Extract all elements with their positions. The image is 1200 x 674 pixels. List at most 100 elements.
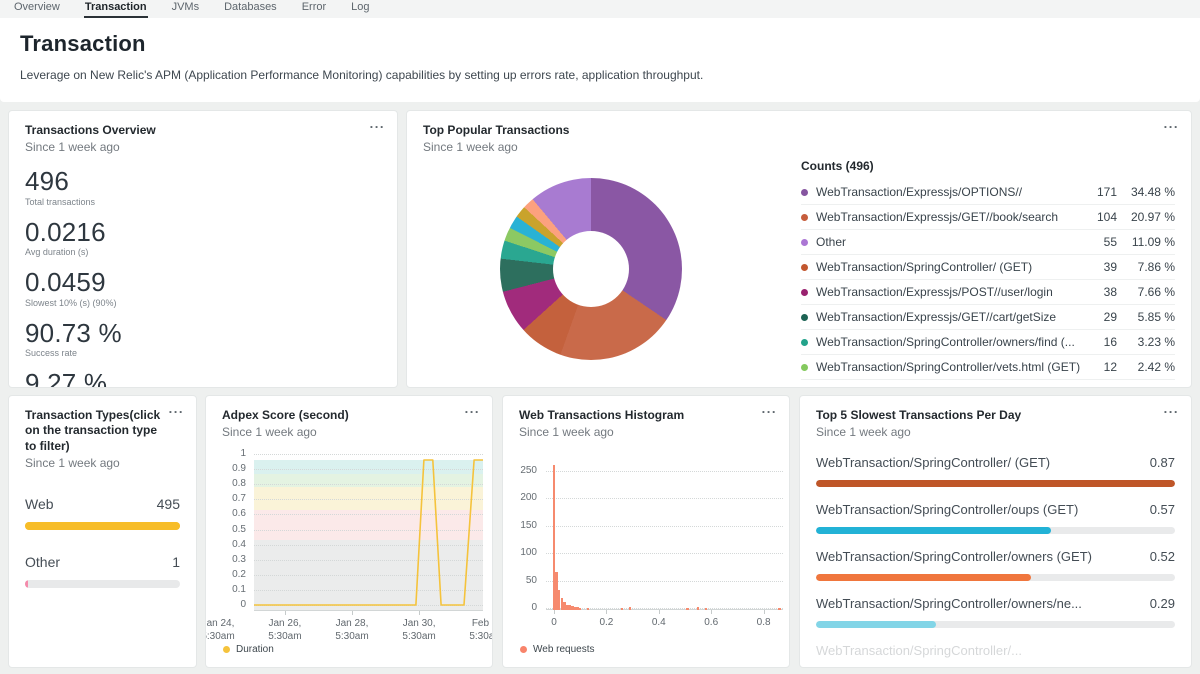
tab-bar: Overview Transaction JVMs Databases Error Log: [0, 0, 1200, 18]
y-axis-label: 0: [216, 599, 246, 610]
legend-row-count: 104: [1083, 210, 1117, 224]
card-head: Top Popular Transactions Since 1 week ag…: [407, 111, 1191, 154]
x-axis-label: 0.6: [685, 617, 737, 630]
card-menu-button[interactable]: ...: [1164, 402, 1179, 415]
slowest-label: WebTransaction/SpringController/owners (…: [816, 549, 1102, 564]
legend-row[interactable]: WebTransaction/Expressjs/GET//book/searc…: [801, 205, 1175, 230]
type-value: 495: [157, 496, 180, 512]
y-axis-label: 100: [509, 547, 537, 558]
histogram-bar: [705, 608, 708, 610]
legend-row[interactable]: WebTransaction/Expressjs/OPTIONS//17134.…: [801, 180, 1175, 205]
histogram-bar: [587, 608, 590, 610]
legend-row[interactable]: Other5511.09 %: [801, 230, 1175, 255]
type-row-other[interactable]: Other1: [25, 554, 180, 588]
legend-row-label: WebTransaction/Expressjs/POST//user/logi…: [816, 285, 1083, 299]
legend-row[interactable]: WebTransaction/SpringController/vets.htm…: [801, 355, 1175, 380]
legend-dot: [801, 339, 808, 346]
type-row-head: Other1: [25, 554, 180, 570]
tab-databases[interactable]: Databases: [223, 0, 278, 18]
adpex-plot-area: [254, 454, 483, 611]
type-bar-fill: [25, 522, 180, 530]
legend-row-percent: 7.86 %: [1117, 260, 1175, 274]
legend-row-count: 29: [1083, 310, 1117, 324]
card-head: Top 5 Slowest Transactions Per Day Since…: [800, 396, 1191, 439]
legend-row[interactable]: WebTransaction/Expressjs/GET//cart/getSi…: [801, 305, 1175, 330]
page-description: Leverage on New Relic's APM (Application…: [20, 68, 1180, 82]
tab-log[interactable]: Log: [350, 0, 370, 18]
card-adpex-score: Adpex Score (second) Since 1 week ago ..…: [205, 395, 493, 668]
slowest-label: WebTransaction/SpringController/owners/n…: [816, 596, 1092, 611]
slowest-label: WebTransaction/SpringController/oups (GE…: [816, 502, 1088, 517]
stat-block: 9.27 %Failed rate: [25, 370, 381, 388]
legend-row-count: 12: [1083, 360, 1117, 374]
type-rows: Web 495 Other1: [9, 470, 196, 588]
type-bar-track: [25, 522, 180, 530]
card-menu-button[interactable]: ...: [169, 402, 184, 415]
x-axis-tick: [659, 610, 660, 614]
slowest-bar-track: [816, 574, 1175, 581]
slowest-row[interactable]: WebTransaction/SpringController/ (GET) 0.…: [816, 455, 1175, 487]
slowest-value: 0.87: [1150, 455, 1175, 470]
slowest-bar-fill: [816, 527, 1051, 534]
slowest-rows: WebTransaction/SpringController/ (GET) 0.…: [800, 439, 1191, 668]
donut-chart[interactable]: [500, 178, 682, 360]
y-gridline: [546, 581, 783, 582]
x-axis-label: Jan 30,5:30am: [393, 618, 445, 643]
tab-error[interactable]: Error: [301, 0, 327, 18]
legend-row[interactable]: WebTransaction/Expressjs/POST//user/logi…: [801, 280, 1175, 305]
slowest-row-head: WebTransaction/SpringController/oups (GE…: [816, 502, 1175, 517]
type-label: Web: [25, 496, 54, 512]
legend-row[interactable]: WebTransaction/SpringController/ (GET)39…: [801, 255, 1175, 280]
x-axis-tick: [352, 611, 353, 615]
card-transaction-types: Transaction Types(click on the transacti…: [8, 395, 197, 668]
card-title: Top 5 Slowest Transactions Per Day: [816, 408, 1161, 423]
legend-dot: [223, 646, 230, 653]
slowest-row[interactable]: WebTransaction/SpringController/owners (…: [816, 549, 1175, 581]
histogram-legend[interactable]: Web requests: [520, 644, 595, 655]
tab-jvms[interactable]: JVMs: [171, 0, 201, 18]
tab-transaction[interactable]: Transaction: [84, 0, 148, 18]
type-bar-fill: [25, 580, 28, 588]
legend-row-percent: 34.48 %: [1117, 185, 1175, 199]
legend-row-count: 39: [1083, 260, 1117, 274]
card-top5-slowest-transactions: Top 5 Slowest Transactions Per Day Since…: [799, 395, 1192, 668]
x-axis-label: 0: [528, 617, 580, 630]
histogram-bar: [686, 608, 689, 610]
card-menu-button[interactable]: ...: [1164, 117, 1179, 130]
legend-row[interactable]: WebTransaction/SpringController/owners/f…: [801, 330, 1175, 355]
slowest-bar-fill: [816, 480, 1175, 487]
slowest-label: WebTransaction/SpringController/ (GET): [816, 455, 1060, 470]
legend-row-count: 38: [1083, 285, 1117, 299]
adpex-line-chart[interactable]: 00.10.20.30.40.50.60.70.80.91Jan 24,5:30…: [206, 396, 492, 667]
stat-value: 0.0216: [25, 219, 381, 246]
legend-title: Counts (496): [801, 159, 1175, 173]
x-axis-label: 0.8: [738, 617, 790, 630]
type-row-head: Web 495: [25, 496, 180, 512]
y-axis-label: 0.2: [216, 569, 246, 580]
legend-row-count: 171: [1083, 185, 1117, 199]
histogram-bar: [697, 607, 700, 610]
card-head: Transactions Overview Since 1 week ago .…: [9, 111, 397, 154]
histogram-chart[interactable]: 05010015020025000.20.40.60.8: [503, 396, 789, 667]
card-transactions-overview: Transactions Overview Since 1 week ago .…: [8, 110, 398, 388]
legend-row-percent: 7.66 %: [1117, 285, 1175, 299]
legend-row-label: WebTransaction/SpringController/owners/f…: [816, 335, 1083, 349]
stat-block: 496Total transactions: [25, 168, 381, 207]
page-title: Transaction: [20, 31, 1180, 57]
tab-overview[interactable]: Overview: [13, 0, 61, 18]
slowest-bar-track: [816, 621, 1175, 628]
type-row-web[interactable]: Web 495: [25, 496, 180, 530]
adpex-legend[interactable]: Duration: [223, 644, 274, 655]
x-axis-label: 0.2: [580, 617, 632, 630]
slowest-row[interactable]: WebTransaction/SpringController/owners/n…: [816, 596, 1175, 628]
legend-row-percent: 2.42 %: [1117, 360, 1175, 374]
slowest-value: 0.52: [1150, 549, 1175, 564]
legend-label: Duration: [236, 644, 274, 655]
billboard-stats: 496Total transactions0.0216Avg duration …: [9, 154, 397, 388]
y-axis-label: 250: [509, 465, 537, 476]
slowest-row[interactable]: WebTransaction/SpringController/...: [816, 643, 1175, 668]
card-timerange: Since 1 week ago: [25, 140, 367, 154]
slowest-row-head: WebTransaction/SpringController/owners (…: [816, 549, 1175, 564]
card-menu-button[interactable]: ...: [370, 117, 385, 130]
slowest-row[interactable]: WebTransaction/SpringController/oups (GE…: [816, 502, 1175, 534]
